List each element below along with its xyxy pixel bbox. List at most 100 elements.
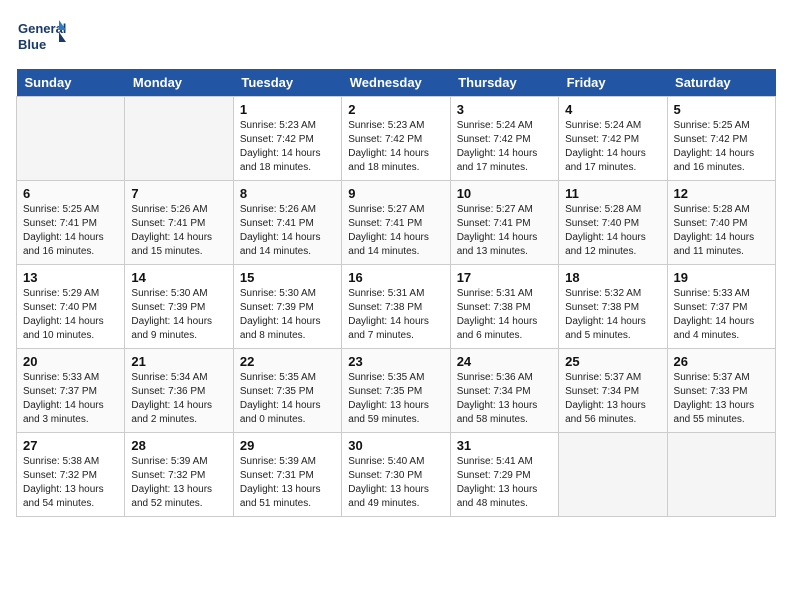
cell-info: Sunrise: 5:32 AM Sunset: 7:38 PM Dayligh…	[565, 287, 660, 343]
cell-info: Sunrise: 5:33 AM Sunset: 7:37 PM Dayligh…	[674, 287, 769, 343]
col-header-saturday: Saturday	[667, 69, 775, 97]
week-row-5: 27 Sunrise: 5:38 AM Sunset: 7:32 PM Dayl…	[17, 433, 776, 517]
col-header-tuesday: Tuesday	[233, 69, 341, 97]
header-row: SundayMondayTuesdayWednesdayThursdayFrid…	[17, 69, 776, 97]
calendar-cell: 1 Sunrise: 5:23 AM Sunset: 7:42 PM Dayli…	[233, 97, 341, 181]
day-number: 14	[131, 270, 226, 285]
cell-info: Sunrise: 5:31 AM Sunset: 7:38 PM Dayligh…	[348, 287, 443, 343]
cell-info: Sunrise: 5:27 AM Sunset: 7:41 PM Dayligh…	[457, 203, 552, 259]
calendar-cell: 27 Sunrise: 5:38 AM Sunset: 7:32 PM Dayl…	[17, 433, 125, 517]
col-header-sunday: Sunday	[17, 69, 125, 97]
cell-info: Sunrise: 5:37 AM Sunset: 7:33 PM Dayligh…	[674, 371, 769, 427]
day-number: 10	[457, 186, 552, 201]
calendar-cell: 5 Sunrise: 5:25 AM Sunset: 7:42 PM Dayli…	[667, 97, 775, 181]
day-number: 31	[457, 438, 552, 453]
calendar-cell: 8 Sunrise: 5:26 AM Sunset: 7:41 PM Dayli…	[233, 181, 341, 265]
calendar-cell: 15 Sunrise: 5:30 AM Sunset: 7:39 PM Dayl…	[233, 265, 341, 349]
calendar-cell: 18 Sunrise: 5:32 AM Sunset: 7:38 PM Dayl…	[559, 265, 667, 349]
cell-info: Sunrise: 5:26 AM Sunset: 7:41 PM Dayligh…	[131, 203, 226, 259]
day-number: 6	[23, 186, 118, 201]
calendar-cell: 11 Sunrise: 5:28 AM Sunset: 7:40 PM Dayl…	[559, 181, 667, 265]
col-header-friday: Friday	[559, 69, 667, 97]
calendar-cell: 30 Sunrise: 5:40 AM Sunset: 7:30 PM Dayl…	[342, 433, 450, 517]
cell-info: Sunrise: 5:27 AM Sunset: 7:41 PM Dayligh…	[348, 203, 443, 259]
day-number: 17	[457, 270, 552, 285]
day-number: 9	[348, 186, 443, 201]
calendar-cell: 28 Sunrise: 5:39 AM Sunset: 7:32 PM Dayl…	[125, 433, 233, 517]
cell-info: Sunrise: 5:37 AM Sunset: 7:34 PM Dayligh…	[565, 371, 660, 427]
calendar-cell: 24 Sunrise: 5:36 AM Sunset: 7:34 PM Dayl…	[450, 349, 558, 433]
cell-info: Sunrise: 5:24 AM Sunset: 7:42 PM Dayligh…	[565, 119, 660, 175]
day-number: 2	[348, 102, 443, 117]
day-number: 16	[348, 270, 443, 285]
col-header-thursday: Thursday	[450, 69, 558, 97]
calendar-cell: 9 Sunrise: 5:27 AM Sunset: 7:41 PM Dayli…	[342, 181, 450, 265]
cell-info: Sunrise: 5:35 AM Sunset: 7:35 PM Dayligh…	[240, 371, 335, 427]
day-number: 22	[240, 354, 335, 369]
cell-info: Sunrise: 5:39 AM Sunset: 7:31 PM Dayligh…	[240, 455, 335, 511]
calendar-cell: 17 Sunrise: 5:31 AM Sunset: 7:38 PM Dayl…	[450, 265, 558, 349]
calendar-cell: 10 Sunrise: 5:27 AM Sunset: 7:41 PM Dayl…	[450, 181, 558, 265]
cell-info: Sunrise: 5:23 AM Sunset: 7:42 PM Dayligh…	[240, 119, 335, 175]
day-number: 23	[348, 354, 443, 369]
cell-info: Sunrise: 5:28 AM Sunset: 7:40 PM Dayligh…	[565, 203, 660, 259]
day-number: 20	[23, 354, 118, 369]
cell-info: Sunrise: 5:36 AM Sunset: 7:34 PM Dayligh…	[457, 371, 552, 427]
day-number: 11	[565, 186, 660, 201]
calendar-cell: 6 Sunrise: 5:25 AM Sunset: 7:41 PM Dayli…	[17, 181, 125, 265]
calendar-cell: 31 Sunrise: 5:41 AM Sunset: 7:29 PM Dayl…	[450, 433, 558, 517]
calendar-cell: 13 Sunrise: 5:29 AM Sunset: 7:40 PM Dayl…	[17, 265, 125, 349]
page-header: General Blue	[16, 16, 776, 61]
week-row-2: 6 Sunrise: 5:25 AM Sunset: 7:41 PM Dayli…	[17, 181, 776, 265]
day-number: 4	[565, 102, 660, 117]
calendar-cell: 14 Sunrise: 5:30 AM Sunset: 7:39 PM Dayl…	[125, 265, 233, 349]
day-number: 5	[674, 102, 769, 117]
week-row-3: 13 Sunrise: 5:29 AM Sunset: 7:40 PM Dayl…	[17, 265, 776, 349]
calendar-cell	[125, 97, 233, 181]
day-number: 29	[240, 438, 335, 453]
week-row-1: 1 Sunrise: 5:23 AM Sunset: 7:42 PM Dayli…	[17, 97, 776, 181]
calendar-cell: 7 Sunrise: 5:26 AM Sunset: 7:41 PM Dayli…	[125, 181, 233, 265]
calendar-cell: 12 Sunrise: 5:28 AM Sunset: 7:40 PM Dayl…	[667, 181, 775, 265]
calendar-cell: 20 Sunrise: 5:33 AM Sunset: 7:37 PM Dayl…	[17, 349, 125, 433]
cell-info: Sunrise: 5:41 AM Sunset: 7:29 PM Dayligh…	[457, 455, 552, 511]
day-number: 8	[240, 186, 335, 201]
calendar-cell	[17, 97, 125, 181]
calendar-cell: 16 Sunrise: 5:31 AM Sunset: 7:38 PM Dayl…	[342, 265, 450, 349]
day-number: 19	[674, 270, 769, 285]
cell-info: Sunrise: 5:33 AM Sunset: 7:37 PM Dayligh…	[23, 371, 118, 427]
day-number: 1	[240, 102, 335, 117]
calendar-cell: 23 Sunrise: 5:35 AM Sunset: 7:35 PM Dayl…	[342, 349, 450, 433]
cell-info: Sunrise: 5:24 AM Sunset: 7:42 PM Dayligh…	[457, 119, 552, 175]
svg-text:Blue: Blue	[18, 37, 46, 52]
calendar-table: SundayMondayTuesdayWednesdayThursdayFrid…	[16, 69, 776, 517]
cell-info: Sunrise: 5:39 AM Sunset: 7:32 PM Dayligh…	[131, 455, 226, 511]
logo: General Blue	[16, 16, 66, 61]
cell-info: Sunrise: 5:30 AM Sunset: 7:39 PM Dayligh…	[240, 287, 335, 343]
cell-info: Sunrise: 5:34 AM Sunset: 7:36 PM Dayligh…	[131, 371, 226, 427]
calendar-cell: 4 Sunrise: 5:24 AM Sunset: 7:42 PM Dayli…	[559, 97, 667, 181]
cell-info: Sunrise: 5:28 AM Sunset: 7:40 PM Dayligh…	[674, 203, 769, 259]
calendar-cell: 21 Sunrise: 5:34 AM Sunset: 7:36 PM Dayl…	[125, 349, 233, 433]
cell-info: Sunrise: 5:31 AM Sunset: 7:38 PM Dayligh…	[457, 287, 552, 343]
day-number: 25	[565, 354, 660, 369]
cell-info: Sunrise: 5:40 AM Sunset: 7:30 PM Dayligh…	[348, 455, 443, 511]
calendar-cell: 3 Sunrise: 5:24 AM Sunset: 7:42 PM Dayli…	[450, 97, 558, 181]
day-number: 21	[131, 354, 226, 369]
logo-svg: General Blue	[16, 16, 66, 61]
col-header-monday: Monday	[125, 69, 233, 97]
calendar-cell: 2 Sunrise: 5:23 AM Sunset: 7:42 PM Dayli…	[342, 97, 450, 181]
day-number: 13	[23, 270, 118, 285]
calendar-cell	[667, 433, 775, 517]
cell-info: Sunrise: 5:30 AM Sunset: 7:39 PM Dayligh…	[131, 287, 226, 343]
calendar-cell	[559, 433, 667, 517]
day-number: 18	[565, 270, 660, 285]
col-header-wednesday: Wednesday	[342, 69, 450, 97]
svg-text:General: General	[18, 21, 66, 36]
day-number: 7	[131, 186, 226, 201]
cell-info: Sunrise: 5:29 AM Sunset: 7:40 PM Dayligh…	[23, 287, 118, 343]
day-number: 28	[131, 438, 226, 453]
cell-info: Sunrise: 5:35 AM Sunset: 7:35 PM Dayligh…	[348, 371, 443, 427]
day-number: 30	[348, 438, 443, 453]
day-number: 12	[674, 186, 769, 201]
